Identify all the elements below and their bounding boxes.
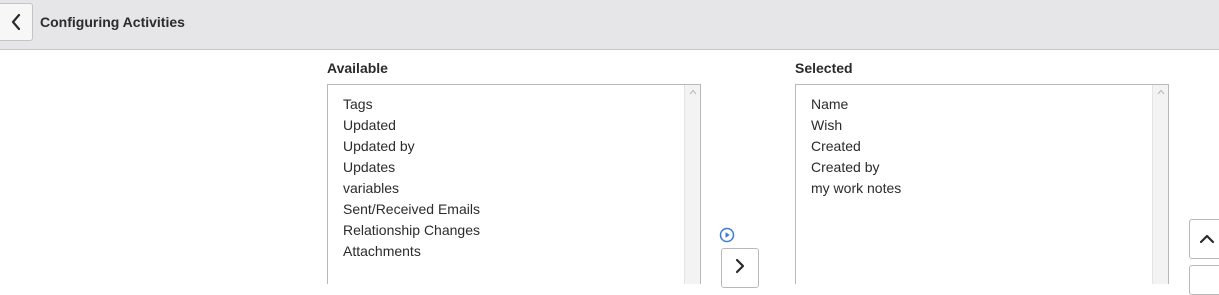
move-down-button[interactable] [1189, 265, 1219, 295]
available-scrollbar[interactable] [684, 85, 700, 284]
page-header: Configuring Activities [0, 0, 1219, 50]
available-list-item[interactable]: Updated [343, 115, 700, 136]
available-items: Tags Updated Updated by Updates variables Sen… [328, 85, 700, 262]
chevron-up-icon [1199, 234, 1215, 244]
available-list-item[interactable]: Tags [343, 94, 700, 115]
available-list-item[interactable]: Relationship Changes [343, 220, 700, 241]
back-button[interactable] [0, 3, 33, 41]
selected-scrollbar[interactable] [1152, 85, 1168, 284]
selected-items: Name Wish Created Created by my work notes [796, 85, 1168, 199]
available-list-item[interactable]: Sent/Received Emails [343, 199, 700, 220]
caret-up-icon[interactable] [1156, 88, 1166, 96]
selected-list-item[interactable]: Name [811, 94, 1168, 115]
add-selected-button[interactable] [721, 248, 759, 288]
available-list-item[interactable]: Attachments [343, 241, 700, 262]
move-up-button[interactable] [1189, 219, 1219, 259]
available-list-item[interactable]: Updated by [343, 136, 700, 157]
selected-list-item[interactable]: my work notes [811, 178, 1168, 199]
selected-list-item[interactable]: Created by [811, 157, 1168, 178]
selected-list-item[interactable]: Wish [811, 115, 1168, 136]
page-title: Configuring Activities [40, 14, 185, 30]
selected-list-item[interactable]: Created [811, 136, 1168, 157]
available-list-item[interactable]: Updates [343, 157, 700, 178]
available-list[interactable]: Tags Updated Updated by Updates variables Sen… [327, 84, 701, 284]
selected-label: Selected [795, 60, 853, 76]
selected-list[interactable]: Name Wish Created Created by my work notes [795, 84, 1169, 284]
available-list-item[interactable]: variables [343, 178, 700, 199]
available-label: Available [327, 60, 388, 76]
play-circle-icon[interactable] [719, 227, 735, 243]
chevron-left-icon [11, 14, 21, 30]
caret-up-icon[interactable] [688, 88, 698, 96]
chevron-right-icon [735, 258, 745, 274]
